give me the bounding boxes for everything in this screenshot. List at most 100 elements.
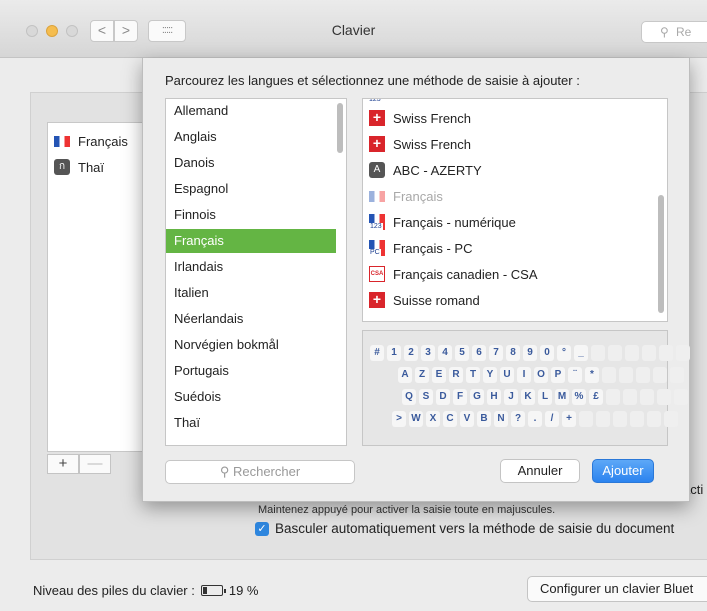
keyboard-key-blank <box>670 367 684 383</box>
method-label: Français <box>393 188 443 204</box>
keyboard-key: C <box>443 411 457 427</box>
method-item[interactable]: CSA Français canadien - CSA <box>369 261 538 287</box>
keyboard-key: X <box>426 411 440 427</box>
keyboard-key: 3 <box>421 345 435 361</box>
method-label: Swiss French <box>393 136 472 152</box>
battery-level: Niveau des piles du clavier : 19 % <box>33 583 259 598</box>
language-item[interactable]: Thaï <box>166 411 336 435</box>
method-item[interactable]: PC Français - PC <box>369 235 472 261</box>
language-list-scrollbar[interactable] <box>337 103 343 153</box>
keyboard-key-blank <box>596 411 610 427</box>
swiss-flag-icon <box>369 110 385 126</box>
keyboard-key-blank <box>591 345 605 361</box>
keyboard-key: K <box>521 389 535 405</box>
remove-input-source-button[interactable]: — <box>79 454 111 474</box>
language-item[interactable]: Suédois <box>166 385 336 409</box>
keyboard-key: 6 <box>472 345 486 361</box>
keyboard-key: 7 <box>489 345 503 361</box>
keyboard-key: L <box>538 389 552 405</box>
caps-lock-hint: Maintenez appuyé pour activer la saisie … <box>258 504 556 516</box>
language-item[interactable]: Danois <box>166 151 336 175</box>
keyboard-key: N <box>494 411 508 427</box>
language-search-placeholder: Rechercher <box>232 464 301 479</box>
keyboard-row: #1 2 3 4 5 6 7 8 9 0 ° _ <box>370 345 690 361</box>
method-partial-icon: 123 <box>369 98 381 103</box>
method-item[interactable]: Swiss French <box>369 131 471 157</box>
language-search-input[interactable]: ⚲ Rechercher <box>165 460 355 484</box>
keyboard-key: 1 <box>387 345 401 361</box>
keyboard-key: % <box>572 389 586 405</box>
swiss-flag-icon <box>369 292 385 308</box>
add-input-source-button[interactable]: + <box>47 454 79 474</box>
keyboard-key: 9 <box>523 345 537 361</box>
language-item[interactable]: Allemand <box>166 99 336 123</box>
keyboard-key: + <box>562 411 576 427</box>
setup-bluetooth-keyboard-button[interactable]: Configurer un clavier Bluet <box>527 576 707 602</box>
sheet-prompt: Parcourez les langues et sélectionnez un… <box>165 73 580 88</box>
window-titlebar: < > ::::: Clavier ⚲ Re <box>0 0 707 58</box>
preferences-search-input[interactable]: ⚲ Re <box>641 21 707 43</box>
keyboard-key: Q <box>402 389 416 405</box>
keyboard-key-blank <box>642 345 656 361</box>
add-input-source-sheet: Parcourez les langues et sélectionnez un… <box>142 58 690 502</box>
thai-script-icon: ก <box>54 159 70 175</box>
language-item[interactable]: Espagnol <box>166 177 336 201</box>
language-item[interactable]: Italien <box>166 281 336 305</box>
keyboard-key: B <box>477 411 491 427</box>
language-item[interactable]: Norvégien bokmål <box>166 333 336 357</box>
keyboard-key: M <box>555 389 569 405</box>
keyboard-key: ? <box>511 411 525 427</box>
keyboard-key-blank <box>657 389 671 405</box>
input-method-list[interactable]: 123 Swiss French Swiss French A ABC - AZ… <box>362 98 668 322</box>
keyboard-key-blank <box>579 411 593 427</box>
auto-switch-option[interactable]: ✓ Basculer automatiquement vers la métho… <box>255 521 674 536</box>
language-item[interactable]: Portugais <box>166 359 336 383</box>
language-item[interactable]: Finnois <box>166 203 336 227</box>
battery-fill <box>202 587 207 594</box>
keyboard-key: > <box>392 411 406 427</box>
language-item[interactable]: Néerlandais <box>166 307 336 331</box>
keyboard-key: ¨ <box>568 367 582 383</box>
keyboard-key: W <box>409 411 423 427</box>
method-label: Français - PC <box>393 240 473 256</box>
keyboard-row: A Z E R T Y U I O P ¨ * <box>398 367 684 383</box>
language-item-selected[interactable]: Français <box>166 229 336 253</box>
french-pc-icon: PC <box>369 240 385 257</box>
auto-switch-checkbox[interactable]: ✓ <box>255 521 269 536</box>
preferences-search-placeholder: Re <box>676 25 692 39</box>
language-item[interactable]: Irlandais <box>166 255 336 279</box>
method-list-scrollbar[interactable] <box>658 195 664 313</box>
method-item[interactable]: A ABC - AZERTY <box>369 157 482 183</box>
input-source-label: Thaï <box>78 159 105 175</box>
keyboard-key-blank <box>640 389 654 405</box>
keyboard-key: # <box>370 345 384 361</box>
keyboard-key: . <box>528 411 542 427</box>
language-item[interactable]: Anglais <box>166 125 336 149</box>
keyboard-key-blank <box>664 411 678 427</box>
keyboard-key-blank <box>613 411 627 427</box>
battery-percent: 19 % <box>228 583 259 598</box>
keyboard-key-blank <box>647 411 661 427</box>
battery-icon <box>200 585 226 596</box>
input-sources-list[interactable]: Français ก Thaï <box>47 122 157 452</box>
keyboard-key: Z <box>415 367 429 383</box>
method-item[interactable]: Swiss French <box>369 105 471 131</box>
keyboard-key: _ <box>574 345 588 361</box>
keyboard-key-blank <box>653 367 667 383</box>
input-source-item[interactable]: Français <box>54 131 128 151</box>
cancel-button[interactable]: Annuler <box>500 459 580 483</box>
keyboard-key: H <box>487 389 501 405</box>
keyboard-key-blank <box>674 389 688 405</box>
keyboard-key: A <box>398 367 412 383</box>
method-label: Suisse romand <box>393 292 480 308</box>
method-item[interactable]: Suisse romand <box>369 287 480 313</box>
language-list[interactable]: Allemand Anglais Danois Espagnol Finnois… <box>165 98 347 446</box>
keyboard-key-blank <box>619 367 633 383</box>
input-source-item[interactable]: ก Thaï <box>54 157 104 177</box>
keyboard-key: ° <box>557 345 571 361</box>
keyboard-key-blank <box>602 367 616 383</box>
keyboard-layout-preview: #1 2 3 4 5 6 7 8 9 0 ° _ A Z E R T Y U I O P ¨ * Q S D F G H J K L M% £ … <box>362 330 690 446</box>
method-item[interactable]: 123 Français - numérique <box>369 209 516 235</box>
add-button[interactable]: Ajouter <box>592 459 654 483</box>
keyboard-key: S <box>419 389 433 405</box>
